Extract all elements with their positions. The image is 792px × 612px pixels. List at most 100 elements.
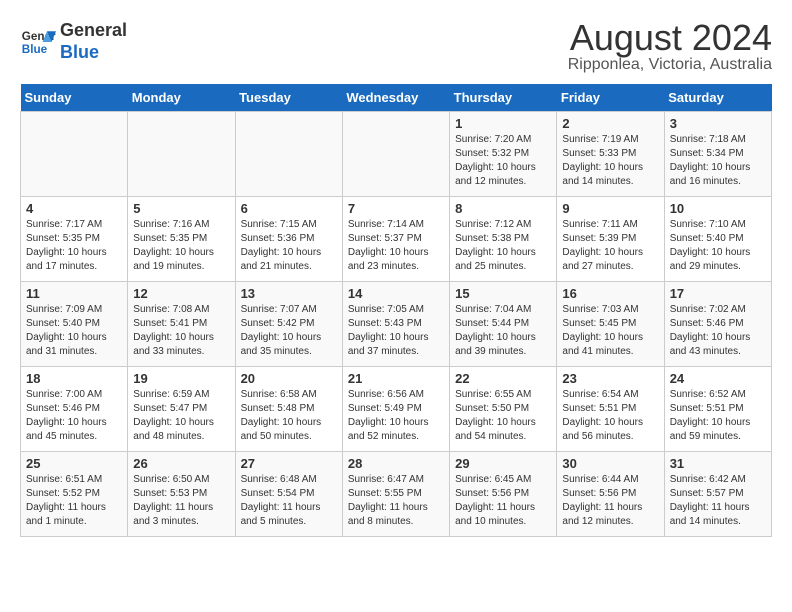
calendar-cell: 25 Sunrise: 6:51 AM Sunset: 5:52 PM Dayli… [21, 452, 128, 537]
calendar-week-5: 25 Sunrise: 6:51 AM Sunset: 5:52 PM Dayli… [21, 452, 772, 537]
day-info: Sunrise: 7:19 AM Sunset: 5:33 PM Dayligh… [562, 133, 658, 189]
day-number: 15 [455, 286, 551, 301]
header-wednesday: Wednesday [342, 84, 449, 112]
calendar-cell: 30 Sunrise: 6:44 AM Sunset: 5:56 PM Dayli… [557, 452, 664, 537]
calendar-cell: 26 Sunrise: 6:50 AM Sunset: 5:53 PM Dayli… [128, 452, 235, 537]
calendar-cell: 17 Sunrise: 7:02 AM Sunset: 5:46 PM Dayli… [664, 282, 771, 367]
day-info: Sunrise: 6:45 AM Sunset: 5:56 PM Dayligh… [455, 473, 551, 529]
day-number: 4 [26, 201, 122, 216]
calendar-cell: 9 Sunrise: 7:11 AM Sunset: 5:39 PM Daylig… [557, 197, 664, 282]
day-info: Sunrise: 7:17 AM Sunset: 5:35 PM Dayligh… [26, 218, 122, 274]
day-info: Sunrise: 6:51 AM Sunset: 5:52 PM Dayligh… [26, 473, 122, 529]
calendar-header-row: SundayMondayTuesdayWednesdayThursdayFrid… [21, 84, 772, 112]
calendar-cell: 13 Sunrise: 7:07 AM Sunset: 5:42 PM Dayli… [235, 282, 342, 367]
day-info: Sunrise: 7:20 AM Sunset: 5:32 PM Dayligh… [455, 133, 551, 189]
day-number: 28 [348, 456, 444, 471]
day-info: Sunrise: 7:11 AM Sunset: 5:39 PM Dayligh… [562, 218, 658, 274]
day-number: 8 [455, 201, 551, 216]
day-info: Sunrise: 7:10 AM Sunset: 5:40 PM Dayligh… [670, 218, 766, 274]
page-subtitle: Ripponlea, Victoria, Australia [568, 56, 772, 74]
calendar-cell: 18Sunrise: 7:00 AM Sunset: 5:46 PM Dayli… [21, 367, 128, 452]
day-info: Sunrise: 6:59 AM Sunset: 5:47 PM Dayligh… [133, 388, 229, 444]
day-number: 22 [455, 371, 551, 386]
day-number: 27 [241, 456, 337, 471]
calendar-cell: 8Sunrise: 7:12 AM Sunset: 5:38 PM Daylig… [450, 197, 557, 282]
day-number: 3 [670, 116, 766, 131]
header-saturday: Saturday [664, 84, 771, 112]
calendar-cell: 1 Sunrise: 7:20 AM Sunset: 5:32 PM Daylig… [450, 112, 557, 197]
page-title: August 2024 [568, 20, 772, 56]
calendar-cell: 28 Sunrise: 6:47 AM Sunset: 5:55 PM Dayli… [342, 452, 449, 537]
calendar-week-1: 1 Sunrise: 7:20 AM Sunset: 5:32 PM Daylig… [21, 112, 772, 197]
day-info: Sunrise: 7:05 AM Sunset: 5:43 PM Dayligh… [348, 303, 444, 359]
day-info: Sunrise: 6:44 AM Sunset: 5:56 PM Dayligh… [562, 473, 658, 529]
day-info: Sunrise: 6:50 AM Sunset: 5:53 PM Dayligh… [133, 473, 229, 529]
calendar-cell: 29Sunrise: 6:45 AM Sunset: 5:56 PM Dayli… [450, 452, 557, 537]
calendar-table: SundayMondayTuesdayWednesdayThursdayFrid… [20, 84, 772, 537]
calendar-cell: 5 Sunrise: 7:16 AM Sunset: 5:35 PM Daylig… [128, 197, 235, 282]
day-number: 1 [455, 116, 551, 131]
page-header: General Blue General Blue August 2024 Ri… [20, 20, 772, 74]
day-number: 30 [562, 456, 658, 471]
day-number: 26 [133, 456, 229, 471]
logo-line2: Blue [60, 42, 127, 64]
day-number: 11 [26, 286, 122, 301]
header-friday: Friday [557, 84, 664, 112]
calendar-cell: 27Sunrise: 6:48 AM Sunset: 5:54 PM Dayli… [235, 452, 342, 537]
logo: General Blue General Blue [20, 20, 127, 63]
calendar-cell: 7Sunrise: 7:14 AM Sunset: 5:37 PM Daylig… [342, 197, 449, 282]
day-number: 23 [562, 371, 658, 386]
day-number: 13 [241, 286, 337, 301]
title-area: August 2024 Ripponlea, Victoria, Austral… [568, 20, 772, 74]
day-info: Sunrise: 7:04 AM Sunset: 5:44 PM Dayligh… [455, 303, 551, 359]
day-info: Sunrise: 7:07 AM Sunset: 5:42 PM Dayligh… [241, 303, 337, 359]
day-number: 10 [670, 201, 766, 216]
calendar-cell: 20Sunrise: 6:58 AM Sunset: 5:48 PM Dayli… [235, 367, 342, 452]
calendar-cell: 21 Sunrise: 6:56 AM Sunset: 5:49 PM Dayli… [342, 367, 449, 452]
calendar-week-4: 18Sunrise: 7:00 AM Sunset: 5:46 PM Dayli… [21, 367, 772, 452]
day-info: Sunrise: 6:55 AM Sunset: 5:50 PM Dayligh… [455, 388, 551, 444]
header-sunday: Sunday [21, 84, 128, 112]
calendar-cell: 12Sunrise: 7:08 AM Sunset: 5:41 PM Dayli… [128, 282, 235, 367]
day-info: Sunrise: 6:42 AM Sunset: 5:57 PM Dayligh… [670, 473, 766, 529]
calendar-cell: 22 Sunrise: 6:55 AM Sunset: 5:50 PM Dayli… [450, 367, 557, 452]
day-number: 19 [133, 371, 229, 386]
calendar-cell: 11 Sunrise: 7:09 AM Sunset: 5:40 PM Dayli… [21, 282, 128, 367]
day-info: Sunrise: 7:09 AM Sunset: 5:40 PM Dayligh… [26, 303, 122, 359]
day-info: Sunrise: 6:56 AM Sunset: 5:49 PM Dayligh… [348, 388, 444, 444]
calendar-cell: 16 Sunrise: 7:03 AM Sunset: 5:45 PM Dayli… [557, 282, 664, 367]
calendar-cell: 6Sunrise: 7:15 AM Sunset: 5:36 PM Daylig… [235, 197, 342, 282]
calendar-cell [128, 112, 235, 197]
day-info: Sunrise: 6:47 AM Sunset: 5:55 PM Dayligh… [348, 473, 444, 529]
day-number: 7 [348, 201, 444, 216]
day-info: Sunrise: 7:15 AM Sunset: 5:36 PM Dayligh… [241, 218, 337, 274]
day-info: Sunrise: 6:58 AM Sunset: 5:48 PM Dayligh… [241, 388, 337, 444]
day-info: Sunrise: 7:03 AM Sunset: 5:45 PM Dayligh… [562, 303, 658, 359]
calendar-week-3: 11 Sunrise: 7:09 AM Sunset: 5:40 PM Dayli… [21, 282, 772, 367]
day-info: Sunrise: 6:54 AM Sunset: 5:51 PM Dayligh… [562, 388, 658, 444]
calendar-cell [21, 112, 128, 197]
day-info: Sunrise: 7:18 AM Sunset: 5:34 PM Dayligh… [670, 133, 766, 189]
day-info: Sunrise: 7:02 AM Sunset: 5:46 PM Dayligh… [670, 303, 766, 359]
calendar-cell: 31Sunrise: 6:42 AM Sunset: 5:57 PM Dayli… [664, 452, 771, 537]
day-info: Sunrise: 7:16 AM Sunset: 5:35 PM Dayligh… [133, 218, 229, 274]
calendar-cell: 10 Sunrise: 7:10 AM Sunset: 5:40 PM Dayli… [664, 197, 771, 282]
day-number: 18 [26, 371, 122, 386]
logo-icon: General Blue [20, 24, 56, 60]
header-thursday: Thursday [450, 84, 557, 112]
calendar-cell: 2Sunrise: 7:19 AM Sunset: 5:33 PM Daylig… [557, 112, 664, 197]
svg-text:Blue: Blue [22, 42, 48, 55]
day-number: 21 [348, 371, 444, 386]
day-info: Sunrise: 6:52 AM Sunset: 5:51 PM Dayligh… [670, 388, 766, 444]
header-tuesday: Tuesday [235, 84, 342, 112]
calendar-cell [235, 112, 342, 197]
calendar-cell: 3 Sunrise: 7:18 AM Sunset: 5:34 PM Daylig… [664, 112, 771, 197]
day-number: 17 [670, 286, 766, 301]
calendar-cell: 24Sunrise: 6:52 AM Sunset: 5:51 PM Dayli… [664, 367, 771, 452]
day-number: 9 [562, 201, 658, 216]
day-number: 16 [562, 286, 658, 301]
day-number: 5 [133, 201, 229, 216]
day-number: 12 [133, 286, 229, 301]
day-number: 25 [26, 456, 122, 471]
header-monday: Monday [128, 84, 235, 112]
